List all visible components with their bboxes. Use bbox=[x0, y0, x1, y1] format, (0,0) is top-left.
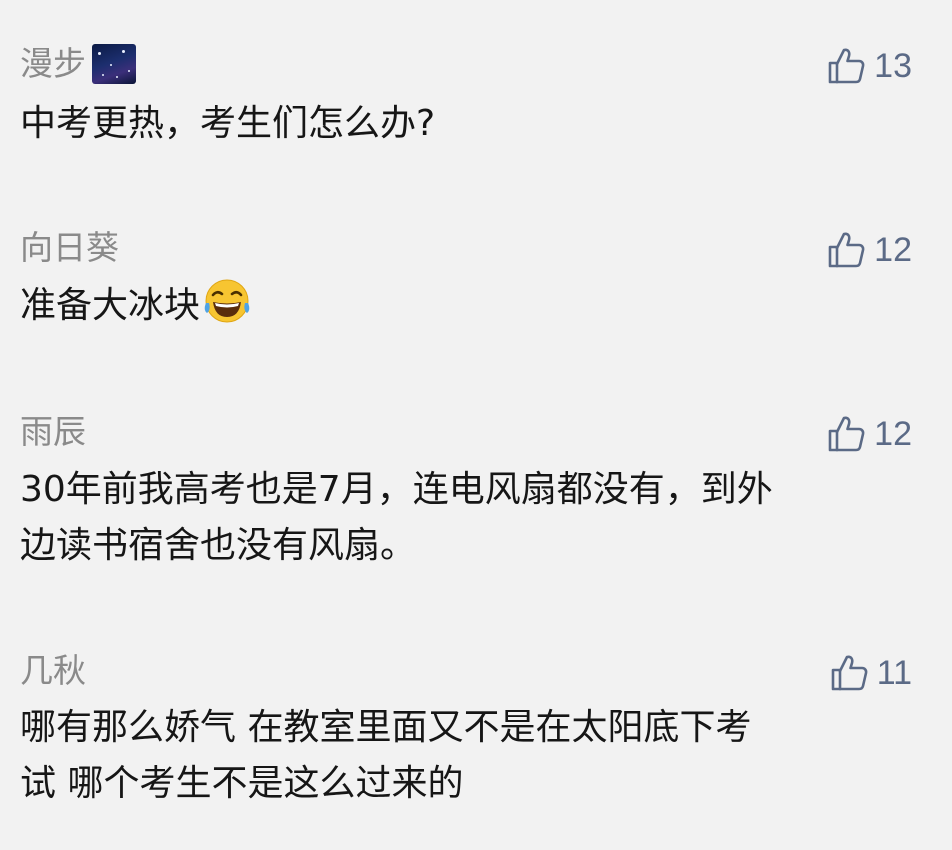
night-sky-badge-icon bbox=[92, 44, 136, 84]
thumbs-up-icon bbox=[828, 48, 865, 84]
comment-text-line: 试 哪个考生不是这么过来的 bbox=[20, 763, 464, 804]
thumbs-up-icon bbox=[828, 416, 865, 452]
like-button[interactable]: 11 bbox=[829, 653, 912, 693]
comment-text: 准备大冰块 bbox=[20, 277, 920, 334]
comment-text-line: 哪有那么娇气 在教室里面又不是在太阳底下考 bbox=[20, 707, 752, 748]
comment-username[interactable]: 雨辰 bbox=[20, 412, 86, 452]
like-button[interactable]: 12 bbox=[826, 230, 912, 270]
comment-text: 中考更热，考生们怎么办? bbox=[20, 96, 920, 152]
laughing-tears-emoji-icon bbox=[204, 279, 250, 323]
comment-header: 漫步 bbox=[20, 44, 136, 84]
like-count: 13 bbox=[874, 47, 912, 85]
thumbs-up-icon bbox=[831, 655, 868, 691]
like-count: 12 bbox=[874, 415, 912, 453]
comment-header: 几秋 bbox=[20, 651, 86, 691]
comment-header: 雨辰 bbox=[20, 412, 86, 452]
comment-text-span: 准备大冰块 bbox=[20, 285, 201, 326]
like-button[interactable]: 13 bbox=[826, 46, 912, 86]
thumbs-up-icon bbox=[828, 232, 865, 268]
comment-username[interactable]: 几秋 bbox=[20, 651, 86, 691]
comment-header: 向日葵 bbox=[20, 228, 119, 268]
comment-text-line: 边读书宿舍也没有风扇。 bbox=[20, 525, 417, 566]
like-count: 12 bbox=[874, 231, 912, 269]
comment-text: 30年前我高考也是7月，连电风扇都没有，到外 边读书宿舍也没有风扇。 bbox=[20, 462, 920, 574]
like-count: 11 bbox=[876, 654, 912, 692]
comment-text-line: 30年前我高考也是7月，连电风扇都没有，到外 bbox=[20, 469, 773, 510]
like-button[interactable]: 12 bbox=[826, 414, 912, 454]
comment-username[interactable]: 漫步 bbox=[20, 44, 86, 84]
comment-text: 哪有那么娇气 在教室里面又不是在太阳底下考 试 哪个考生不是这么过来的 bbox=[20, 700, 920, 812]
comment-text-line: 中考更热，考生们怎么办? bbox=[20, 103, 436, 144]
comment-text-line: 准备大冰块 bbox=[20, 277, 920, 334]
comment-username[interactable]: 向日葵 bbox=[20, 228, 119, 268]
